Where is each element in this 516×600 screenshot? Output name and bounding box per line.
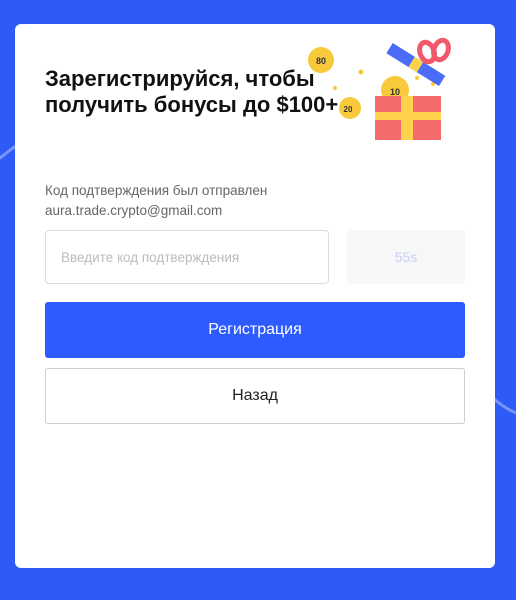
register-button[interactable]: Регистрация	[45, 302, 465, 358]
verification-code-input[interactable]	[45, 230, 329, 284]
coin-icon: 20	[339, 97, 361, 119]
coin-label: 10	[390, 87, 400, 97]
coin-label: 20	[344, 105, 353, 114]
resend-code-countdown-button[interactable]: 55s	[347, 230, 465, 284]
registration-card: Зарегистрируйся, чтобы получить бонусы д…	[15, 24, 495, 568]
verification-sent-label: Код подтверждения был отправлен	[45, 183, 268, 198]
coin-label: 80	[316, 56, 326, 66]
verification-sent-message: Код подтверждения был отправлен aura.tra…	[45, 181, 267, 221]
back-button[interactable]: Назад	[45, 368, 465, 424]
gift-box-with-coins-icon: 80 20 10	[308, 37, 451, 140]
verification-email: aura.trade.crypto@gmail.com	[45, 203, 223, 218]
coin-icon: 80	[308, 47, 334, 73]
